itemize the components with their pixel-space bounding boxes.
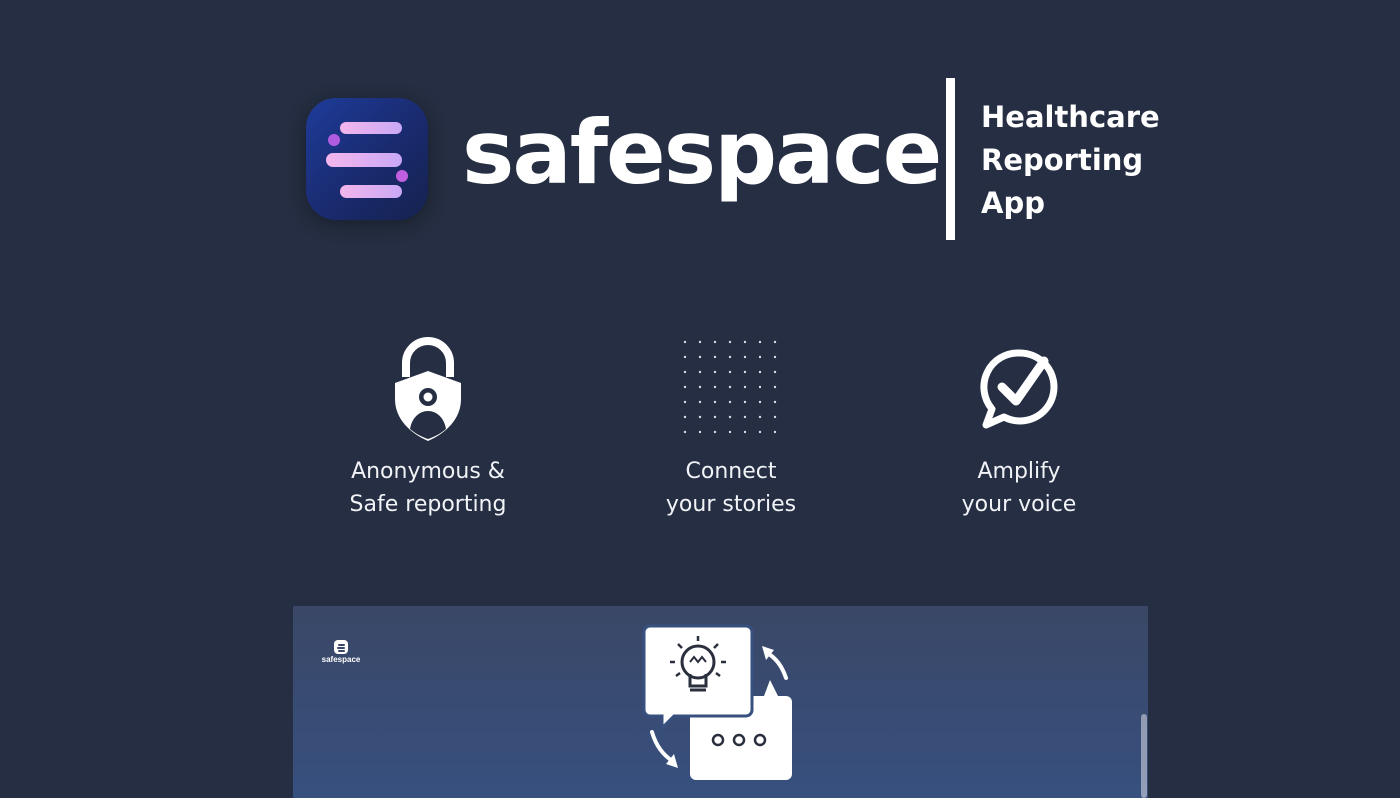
caption-line: Connect [685,459,777,484]
tagline: Healthcare Reporting App [981,96,1160,225]
feature-caption: Connect your stories [601,455,861,521]
mini-logo-text: safespace [321,655,361,664]
caption-line: Anonymous & [351,459,505,484]
tagline-line: Healthcare [981,100,1160,134]
page: safespace Healthcare Reporting App Anony… [0,0,1400,798]
tagline-line: Reporting [981,143,1144,177]
lock-shield-user-icon [395,336,461,441]
idea-exchange-icon [638,624,808,798]
feature-connect-stories: Connect your stories [601,330,861,521]
mini-logo: safespace [321,640,361,664]
feature-caption: Anonymous & Safe reporting [298,455,558,521]
feature-caption: Amplify your voice [889,455,1149,521]
caption-line: Safe reporting [349,492,507,517]
caption-line: Amplify [977,459,1061,484]
mini-logo-icon [334,640,348,654]
app-logo-icon [306,98,428,220]
brand-divider [946,78,955,240]
slide-preview-panel: safespace [293,606,1148,798]
dot-grid-icon [683,340,777,433]
caption-line: your voice [961,492,1077,517]
chat-check-icon [980,348,1058,428]
feature-amplify-voice: Amplify your voice [889,330,1149,521]
tagline-line: App [981,186,1045,220]
feature-anonymous-reporting: Anonymous & Safe reporting [298,330,558,521]
brand-name: safespace [462,101,942,204]
scrollbar-thumb[interactable] [1141,714,1147,798]
caption-line: your stories [665,492,797,517]
